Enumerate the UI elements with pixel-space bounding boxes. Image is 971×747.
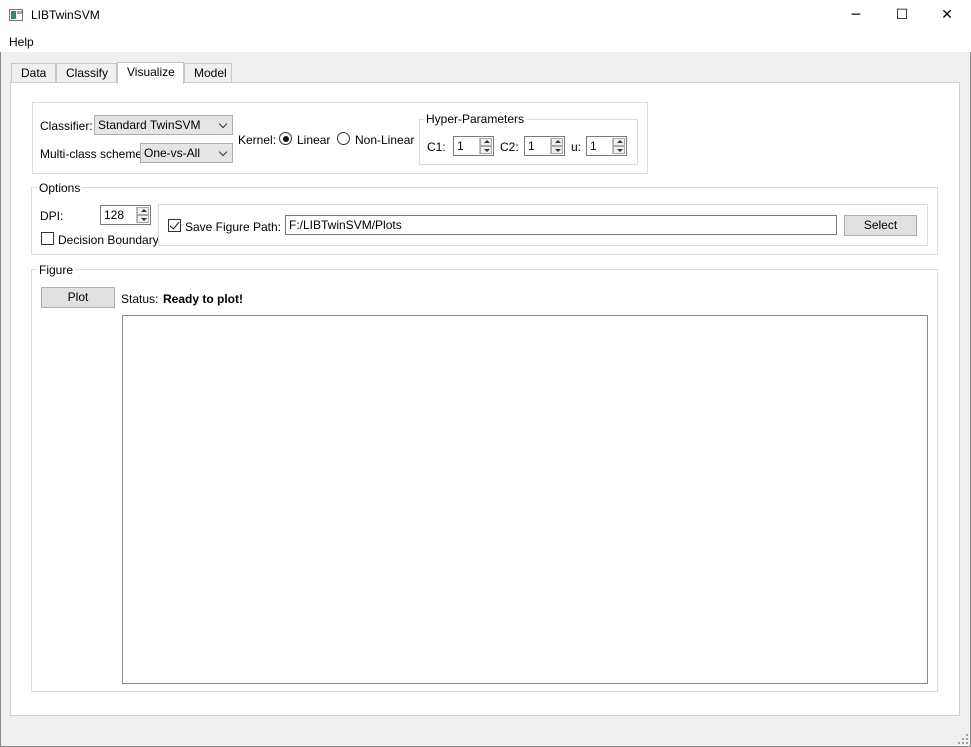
app-icon: [9, 9, 23, 21]
select-button[interactable]: Select: [844, 215, 917, 236]
decision-boundary-label[interactable]: Decision Boundary: [58, 233, 159, 247]
resize-grip-icon[interactable]: [958, 734, 968, 744]
status-label: Status:: [121, 292, 159, 306]
close-icon: ✕: [941, 7, 953, 23]
spin-arrows: [612, 138, 625, 154]
path-input[interactable]: F:/LIBTwinSVM/Plots: [285, 215, 837, 235]
tab-model[interactable]: Model: [184, 63, 232, 83]
kernel-nonlinear-radio[interactable]: [337, 132, 350, 145]
spin-up-icon[interactable]: [551, 138, 563, 146]
spin-arrows: [550, 138, 563, 154]
c1-value: 1: [457, 139, 464, 153]
spin-arrows: [479, 138, 492, 154]
spin-arrows: [136, 207, 149, 223]
tab-classify[interactable]: Classify: [56, 63, 117, 83]
u-label: u:: [571, 140, 582, 154]
spin-down-icon[interactable]: [613, 146, 625, 154]
c2-label: C2:: [500, 140, 519, 154]
c2-value: 1: [528, 139, 535, 153]
path-label: Path:: [253, 220, 282, 234]
spin-up-icon[interactable]: [480, 138, 492, 146]
classifier-label: Classifier:: [40, 119, 93, 133]
status-value: Ready to plot!: [163, 292, 243, 306]
maximize-icon: ☐: [895, 7, 909, 23]
spin-down-icon[interactable]: [137, 215, 149, 223]
tab-data[interactable]: Data: [11, 63, 56, 83]
chevron-down-icon: [218, 147, 228, 157]
save-figure-label[interactable]: Save Figure: [185, 220, 250, 234]
kernel-nonlinear-label[interactable]: Non-Linear: [355, 133, 414, 147]
kernel-linear-label[interactable]: Linear: [297, 133, 330, 147]
classifier-select[interactable]: Standard TwinSVM: [94, 115, 233, 135]
u-spinbox[interactable]: 1: [586, 136, 627, 156]
dpi-value: 128: [104, 208, 125, 222]
menu-help[interactable]: Help: [9, 35, 34, 49]
minimize-icon: ─: [851, 7, 861, 23]
c1-label: C1:: [427, 140, 446, 154]
menu-bar: [0, 31, 971, 52]
c2-spinbox[interactable]: 1: [524, 136, 565, 156]
plot-canvas: [122, 315, 928, 684]
figure-title: Figure: [37, 263, 76, 277]
kernel-label: Kernel:: [238, 133, 277, 147]
tab-visualize[interactable]: Visualize: [117, 62, 184, 84]
spin-up-icon[interactable]: [613, 138, 625, 146]
spin-up-icon[interactable]: [137, 207, 149, 215]
multiclass-value: One-vs-All: [144, 146, 201, 160]
minimize-button[interactable]: ─: [833, 0, 879, 31]
save-figure-checkbox[interactable]: [168, 219, 181, 232]
title-bar: [0, 0, 971, 31]
spin-down-icon[interactable]: [551, 146, 563, 154]
options-title: Options: [37, 181, 83, 195]
chevron-down-icon: [218, 119, 228, 129]
dpi-spinbox[interactable]: 128: [100, 205, 151, 225]
c1-spinbox[interactable]: 1: [453, 136, 494, 156]
plot-button[interactable]: Plot: [41, 287, 115, 308]
window-title: LIBTwinSVM: [31, 8, 100, 22]
kernel-linear-radio[interactable]: [279, 132, 292, 145]
hyperparameters-title: Hyper-Parameters: [424, 112, 527, 126]
spin-down-icon[interactable]: [480, 146, 492, 154]
maximize-button[interactable]: ☐: [879, 0, 925, 31]
multiclass-label: Multi-class scheme:: [40, 147, 146, 161]
close-button[interactable]: ✕: [924, 0, 970, 31]
u-value: 1: [590, 139, 597, 153]
classifier-value: Standard TwinSVM: [98, 118, 201, 132]
multiclass-select[interactable]: One-vs-All: [140, 143, 233, 163]
dpi-label: DPI:: [40, 209, 64, 223]
decision-boundary-checkbox[interactable]: [41, 232, 54, 245]
